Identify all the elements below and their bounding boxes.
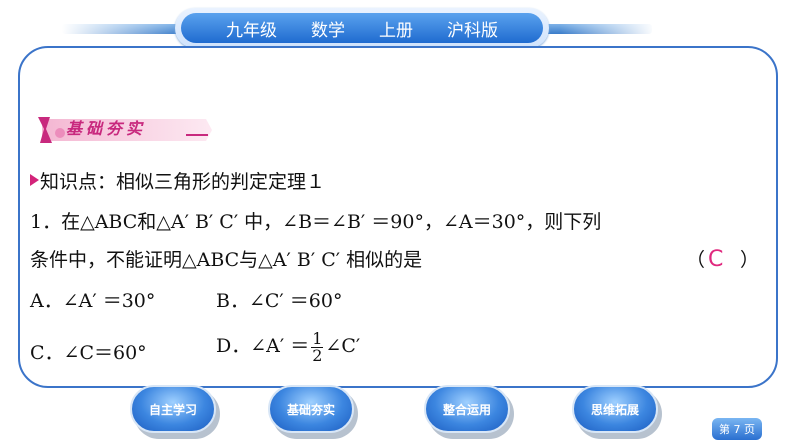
- knowledge-point: 知识点：相似三角形的判定定理１: [40, 171, 326, 193]
- question-line-1: 1．在△ABC和△A′ B′ C′ 中，∠B＝∠B′ ＝90°，∠A＝30°，则…: [30, 211, 602, 233]
- option-c: C．∠C＝60°: [30, 342, 147, 364]
- header-volume: 上册: [379, 20, 413, 41]
- option-b: B．∠C′ ＝60°: [216, 290, 343, 312]
- nav-self-study-button[interactable]: 自主学习: [130, 385, 216, 433]
- option-d: D．∠A′ ＝ 1 2 ∠C′: [216, 326, 360, 366]
- option-d-prefix: D．∠A′ ＝: [216, 335, 310, 357]
- bullet-arrow-icon: [30, 174, 39, 186]
- page-number: 第 7 页: [712, 418, 762, 440]
- banner-title: 基础夯实: [66, 119, 147, 138]
- nav-thinking[interactable]: 思维拓展: [572, 385, 662, 439]
- nav-integration[interactable]: 整合运用: [424, 385, 514, 439]
- section-banner: 基础夯实: [36, 113, 214, 147]
- nav-thinking-button[interactable]: 思维拓展: [572, 385, 658, 433]
- option-d-suffix: ∠C′: [325, 335, 361, 357]
- answer-paren-close: ）: [740, 249, 760, 271]
- nav-integration-button[interactable]: 整合运用: [424, 385, 510, 433]
- fraction-numerator: 1: [311, 328, 324, 348]
- header-grade: 九年级: [226, 20, 277, 41]
- answer-paren-open: （: [686, 249, 706, 271]
- question-line-2: 条件中，不能证明△ABC与△A′ B′ C′ 相似的是: [30, 249, 423, 271]
- nav-self-study[interactable]: 自主学习: [130, 385, 220, 439]
- fraction-denominator: 2: [312, 345, 323, 365]
- answer-text: C: [708, 247, 724, 272]
- header-title: 九年级 数学 上册 沪科版: [181, 13, 543, 43]
- header-subject: 数学: [311, 20, 345, 41]
- option-d-fraction: 12: [311, 328, 324, 365]
- option-a: A．∠A′ ＝30°: [30, 290, 156, 312]
- header-rule-fade-right: [560, 22, 655, 36]
- header-edition: 沪科版: [447, 20, 498, 41]
- nav-basics-button[interactable]: 基础夯实: [268, 385, 354, 433]
- nav-basics[interactable]: 基础夯实: [268, 385, 358, 439]
- header-rule-fade-left: [62, 22, 182, 36]
